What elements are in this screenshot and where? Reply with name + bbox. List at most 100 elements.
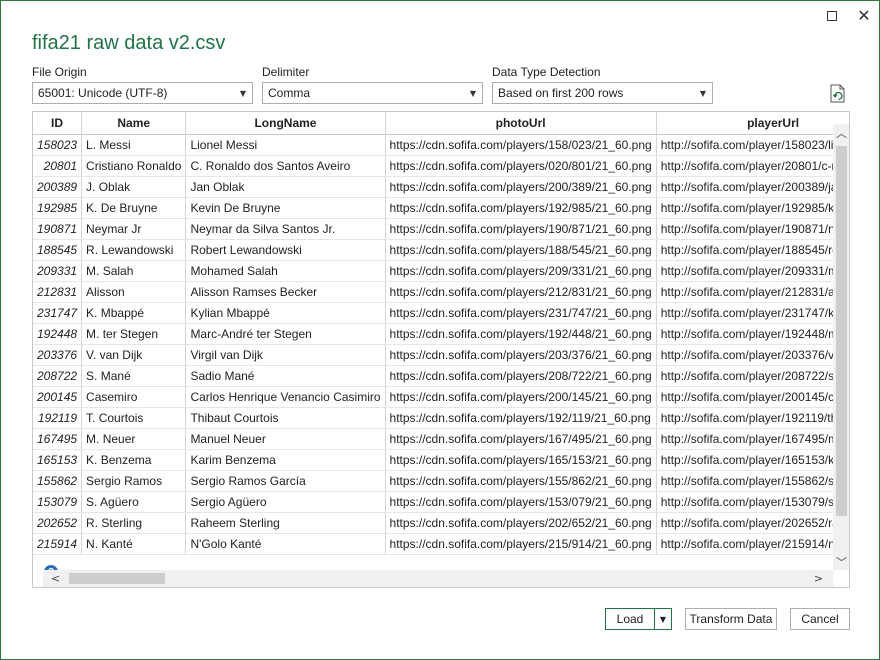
table-cell-photourl: https://cdn.sofifa.com/players/231/747/2… — [385, 302, 657, 324]
column-header-name[interactable]: Name — [81, 112, 187, 135]
table-row: 155862 Sergio Ramos Sergio Ramos García htt… — [33, 470, 849, 492]
load-options-button[interactable]: ▼ — [654, 608, 672, 630]
table-cell-longname: Jan Oblak — [185, 176, 386, 198]
column-header-photourl[interactable]: photoUrl — [385, 112, 657, 135]
maximize-button[interactable] — [817, 5, 847, 27]
transform-data-button[interactable]: Transform Data — [685, 608, 777, 630]
table-row: 231747 K. Mbappé Kylian Mbappé https://cdn.… — [33, 302, 849, 324]
table-cell-id: 200145 — [33, 386, 83, 408]
table-cell-photourl: https://cdn.sofifa.com/players/203/376/2… — [385, 344, 657, 366]
delimiter-select[interactable]: Comma ▼ — [262, 82, 483, 104]
table-cell-photourl: https://cdn.sofifa.com/players/158/023/2… — [385, 134, 657, 156]
data-type-detection-value: Based on first 200 rows — [498, 86, 624, 100]
table-cell-playerurl: http://sofifa.com/player/209331/mohamed — [656, 260, 849, 282]
table-cell-name: S. Mané — [81, 365, 187, 387]
table-cell-photourl: https://cdn.sofifa.com/players/155/862/2… — [385, 470, 657, 492]
scroll-left-icon[interactable]: < — [47, 570, 64, 587]
vertical-scrollbar[interactable]: ︿ ﹀ — [833, 124, 849, 570]
table-cell-longname: Sergio Agüero — [185, 491, 386, 513]
table-cell-playerurl: http://sofifa.com/player/188545/robert-l… — [656, 239, 849, 261]
file-origin-value: 65001: Unicode (UTF-8) — [38, 86, 168, 100]
table-cell-name: Sergio Ramos — [81, 470, 187, 492]
column-header-playerurl[interactable]: playerUrl — [656, 112, 849, 135]
preview-table: ID Name LongName photoUrl playerUrl 158023 L.… — [33, 112, 849, 555]
dialog-title: fifa21 raw data v2.csv — [32, 32, 226, 54]
table-row: 200145 Casemiro Carlos Henrique Venancio C… — [33, 386, 849, 408]
data-type-detection-label: Data Type Detection — [492, 65, 601, 79]
refresh-document-icon[interactable] — [829, 84, 847, 104]
table-cell-id: 158023 — [33, 134, 83, 156]
horizontal-scrollbar[interactable]: < > — [43, 570, 833, 587]
table-cell-longname: Alisson Ramses Becker — [185, 281, 386, 303]
table-row: 153079 S. Agüero Sergio Agüero https://cdn.… — [33, 491, 849, 513]
table-cell-name: R. Lewandowski — [81, 239, 187, 261]
scroll-right-icon[interactable]: > — [810, 570, 827, 587]
table-cell-playerurl: http://sofifa.com/player/200145/carlos-h… — [656, 386, 849, 408]
table-cell-id: 155862 — [33, 470, 83, 492]
table-cell-id: 212831 — [33, 281, 83, 303]
table-cell-id: 208722 — [33, 365, 83, 387]
table-cell-id: 192448 — [33, 323, 83, 345]
data-type-detection-select[interactable]: Based on first 200 rows ▼ — [492, 82, 713, 104]
cancel-button[interactable]: Cancel — [790, 608, 850, 630]
table-cell-playerurl: http://sofifa.com/player/153079/sergio-a… — [656, 491, 849, 513]
vertical-scroll-thumb[interactable] — [836, 146, 847, 516]
table-cell-photourl: https://cdn.sofifa.com/players/215/914/2… — [385, 533, 657, 555]
column-header-id[interactable]: ID — [33, 112, 83, 135]
table-cell-name: S. Agüero — [81, 491, 187, 513]
load-button[interactable]: Load — [605, 608, 655, 630]
table-cell-id: 153079 — [33, 491, 83, 513]
file-origin-label: File Origin — [32, 65, 87, 79]
table-cell-longname: N'Golo Kanté — [185, 533, 386, 555]
table-cell-playerurl: http://sofifa.com/player/208722/sadio-ma… — [656, 365, 849, 387]
table-cell-photourl: https://cdn.sofifa.com/players/192/119/2… — [385, 407, 657, 429]
table-cell-name: Neymar Jr — [81, 218, 187, 240]
table-cell-id: 190871 — [33, 218, 83, 240]
table-cell-playerurl: http://sofifa.com/player/192985/kevin-de… — [656, 197, 849, 219]
table-cell-longname: Kylian Mbappé — [185, 302, 386, 324]
table-cell-photourl: https://cdn.sofifa.com/players/190/871/2… — [385, 218, 657, 240]
table-cell-photourl: https://cdn.sofifa.com/players/153/079/2… — [385, 491, 657, 513]
delimiter-value: Comma — [268, 86, 311, 100]
table-row: 167495 M. Neuer Manuel Neuer https://cdn.so… — [33, 428, 849, 450]
table-cell-playerurl: http://sofifa.com/player/165153/karim-be… — [656, 449, 849, 471]
table-cell-longname: Mohamed Salah — [185, 260, 386, 282]
table-cell-id: 202652 — [33, 512, 83, 534]
scroll-down-icon[interactable]: ﹀ — [833, 553, 849, 570]
table-cell-photourl: https://cdn.sofifa.com/players/202/652/2… — [385, 512, 657, 534]
dialog-window: ✕ fifa21 raw data v2.csv File Origin 650… — [0, 0, 880, 660]
table-cell-name: R. Sterling — [81, 512, 187, 534]
table-row: 202652 R. Sterling Raheem Sterling https://… — [33, 512, 849, 534]
file-origin-select[interactable]: 65001: Unicode (UTF-8) ▼ — [32, 82, 253, 104]
column-header-longname[interactable]: LongName — [185, 112, 386, 135]
table-cell-id: 231747 — [33, 302, 83, 324]
chevron-down-icon: ▼ — [469, 88, 477, 98]
table-cell-longname: Kevin De Bruyne — [185, 197, 386, 219]
table-cell-id: 200389 — [33, 176, 83, 198]
table-cell-longname: Marc-André ter Stegen — [185, 323, 386, 345]
table-cell-name: Cristiano Ronaldo — [81, 155, 187, 177]
table-row: 209331 M. Salah Mohamed Salah https://cdn.s… — [33, 260, 849, 282]
table-cell-id: 203376 — [33, 344, 83, 366]
table-cell-playerurl: http://sofifa.com/player/200389/jan-obla… — [656, 176, 849, 198]
table-cell-id: 165153 — [33, 449, 83, 471]
table-row: 208722 S. Mané Sadio Mané https://cdn.sofif… — [33, 365, 849, 387]
table-cell-id: 215914 — [33, 533, 83, 555]
table-cell-longname: Carlos Henrique Venancio Casimiro — [185, 386, 386, 408]
table-cell-longname: Manuel Neuer — [185, 428, 386, 450]
close-button[interactable]: ✕ — [849, 5, 879, 27]
table-row: 215914 N. Kanté N'Golo Kanté https://cdn.so… — [33, 533, 849, 555]
scroll-up-icon[interactable]: ︿ — [833, 124, 849, 141]
data-preview-grid: ID Name LongName photoUrl playerUrl 158023 L.… — [32, 111, 850, 588]
table-row: 158023 L. Messi Lionel Messi https://cdn.so… — [33, 134, 849, 156]
table-cell-playerurl: http://sofifa.com/player/203376/virgil-v… — [656, 344, 849, 366]
horizontal-scroll-thumb[interactable] — [69, 573, 165, 584]
table-cell-longname: Virgil van Dijk — [185, 344, 386, 366]
table-cell-longname: C. Ronaldo dos Santos Aveiro — [185, 155, 386, 177]
table-cell-id: 167495 — [33, 428, 83, 450]
table-cell-photourl: https://cdn.sofifa.com/players/192/448/2… — [385, 323, 657, 345]
table-cell-name: V. van Dijk — [81, 344, 187, 366]
table-row: 188545 R. Lewandowski Robert Lewandowski ht… — [33, 239, 849, 261]
table-cell-playerurl: http://sofifa.com/player/190871/neymar-d… — [656, 218, 849, 240]
table-cell-longname: Thibaut Courtois — [185, 407, 386, 429]
